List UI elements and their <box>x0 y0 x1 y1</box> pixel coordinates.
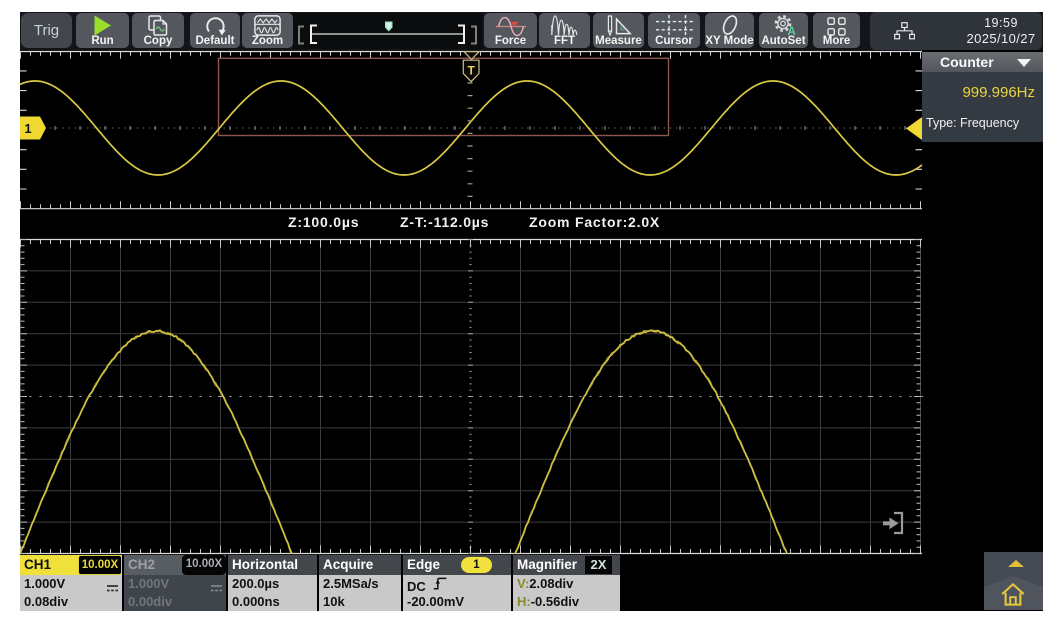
svg-text:T: T <box>468 64 476 78</box>
svg-text:1: 1 <box>24 121 31 136</box>
